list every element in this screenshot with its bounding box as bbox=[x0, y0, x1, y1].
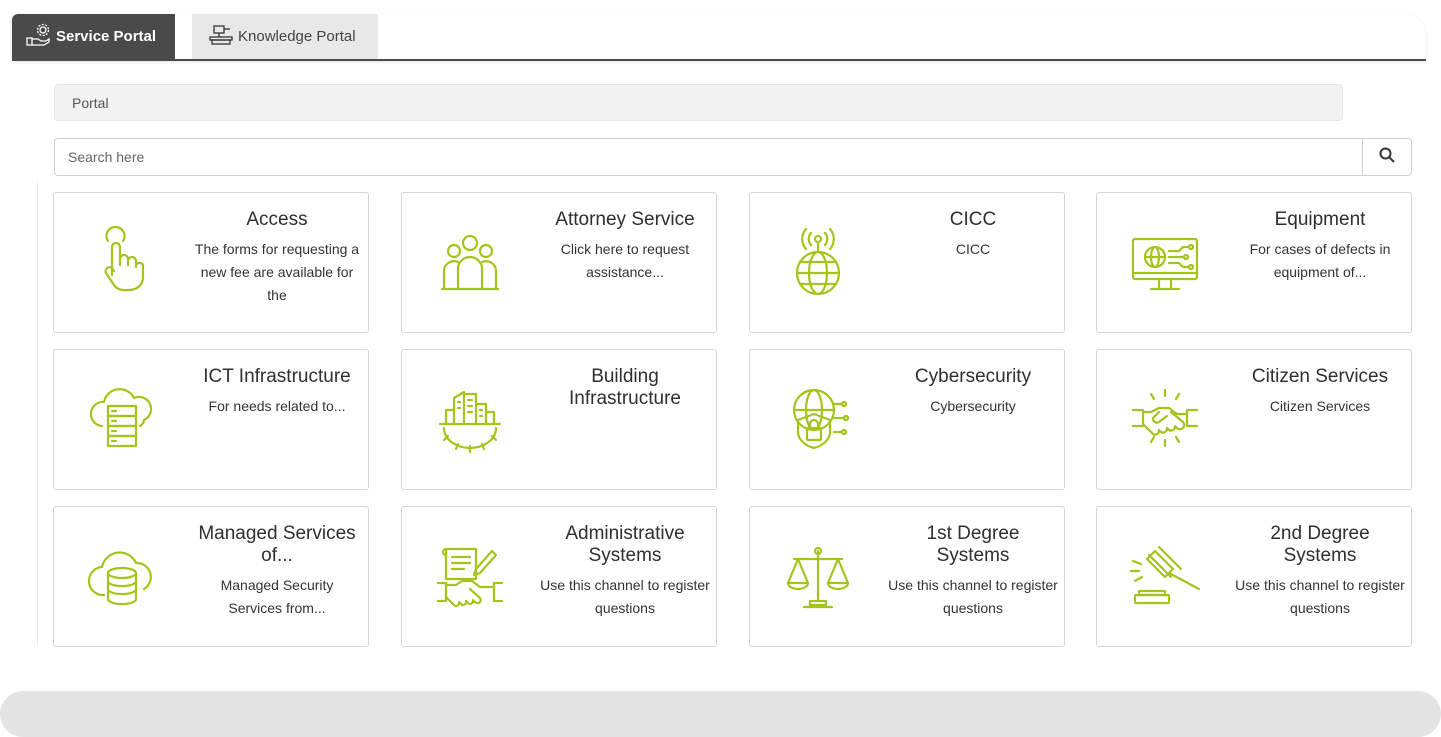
search-icon bbox=[1379, 147, 1395, 168]
card-title: Attorney Service bbox=[555, 209, 695, 230]
search-button[interactable] bbox=[1362, 138, 1412, 176]
service-card-cybersecurity[interactable]: Cybersecurity Cybersecurity bbox=[749, 349, 1065, 490]
card-title: Building Infrastructure bbox=[569, 366, 681, 409]
building-gear-icon bbox=[434, 382, 506, 454]
card-title: Access bbox=[246, 209, 308, 230]
service-card-cicc[interactable]: CICC CICC bbox=[749, 192, 1065, 333]
service-card-ict-infrastructure[interactable]: ICT Infrastructure For needs related to.… bbox=[53, 349, 369, 490]
card-title: Cybersecurity bbox=[914, 366, 1032, 387]
service-card-2nd-degree-systems[interactable]: 2nd Degree Systems Use this channel to r… bbox=[1096, 506, 1412, 647]
shield-lock-icon bbox=[782, 382, 854, 454]
service-card-equipment[interactable]: Equipment For cases of defects in equipm… bbox=[1096, 192, 1412, 333]
tab-service-portal[interactable]: Service Portal bbox=[12, 14, 175, 59]
service-card-building-infrastructure[interactable]: Building Infrastructure bbox=[401, 349, 717, 490]
card-title: Managed Services of... bbox=[198, 523, 356, 566]
gavel-icon bbox=[1129, 539, 1201, 611]
tab-service-portal-label: Service Portal bbox=[56, 28, 157, 45]
card-description: Use this channel to register questions bbox=[888, 577, 1058, 616]
hand-pointer-icon bbox=[86, 225, 158, 297]
card-description: CICC bbox=[955, 241, 991, 257]
card-description: Cybersecurity bbox=[930, 398, 1016, 414]
contract-handshake-icon bbox=[434, 539, 506, 611]
card-description: Citizen Services bbox=[1269, 398, 1371, 414]
breadcrumb: Portal bbox=[54, 84, 1343, 121]
service-portal-icon bbox=[26, 23, 52, 51]
monitor-network-icon bbox=[1129, 225, 1201, 297]
cloud-database-icon bbox=[86, 539, 158, 611]
card-title: Equipment bbox=[1274, 209, 1366, 230]
card-description: Use this channel to register questions bbox=[1235, 577, 1405, 616]
scales-icon bbox=[782, 539, 854, 611]
card-title: CICC bbox=[949, 209, 997, 230]
card-title: 2nd Degree Systems bbox=[1270, 523, 1370, 566]
card-description: For needs related to... bbox=[208, 398, 346, 414]
search-input[interactable] bbox=[54, 138, 1362, 176]
tab-knowledge-portal[interactable]: Knowledge Portal bbox=[192, 14, 378, 59]
search-bar bbox=[54, 138, 1412, 176]
card-description: Managed Security Services from... bbox=[220, 577, 334, 616]
knowledge-portal-icon bbox=[208, 23, 234, 51]
card-description: Use this channel to register questions bbox=[540, 577, 710, 616]
breadcrumb-item-portal[interactable]: Portal bbox=[72, 95, 109, 111]
footer-bar bbox=[0, 691, 1441, 737]
tab-knowledge-portal-label: Knowledge Portal bbox=[238, 28, 356, 45]
service-card-managed-services[interactable]: Managed Services of... Managed Security … bbox=[53, 506, 369, 647]
service-card-administrative-systems[interactable]: Administrative Systems Use this channel … bbox=[401, 506, 717, 647]
people-group-icon bbox=[434, 225, 506, 297]
service-card-citizen-services[interactable]: Citizen Services Citizen Services bbox=[1096, 349, 1412, 490]
portal-tab-bar: Service Portal Knowledge Portal bbox=[12, 14, 1426, 61]
card-title: Citizen Services bbox=[1251, 366, 1389, 387]
cloud-server-icon bbox=[86, 382, 158, 454]
card-description: The forms for requesting a new fee are a… bbox=[194, 241, 360, 303]
service-card-access[interactable]: Access The forms for requesting a new fe… bbox=[53, 192, 369, 333]
content-divider bbox=[37, 182, 38, 646]
service-card-attorney-service[interactable]: Attorney Service Click here to request a… bbox=[401, 192, 717, 333]
handshake-icon bbox=[1129, 382, 1201, 454]
card-title: 1st Degree Systems bbox=[926, 523, 1020, 566]
card-title: ICT Infrastructure bbox=[203, 366, 351, 387]
card-title: Administrative Systems bbox=[565, 523, 685, 566]
service-card-1st-degree-systems[interactable]: 1st Degree Systems Use this channel to r… bbox=[749, 506, 1065, 647]
card-description: For cases of defects in equipment of... bbox=[1249, 241, 1391, 280]
card-description: Click here to request assistance... bbox=[560, 241, 690, 280]
globe-antenna-icon bbox=[782, 225, 854, 297]
